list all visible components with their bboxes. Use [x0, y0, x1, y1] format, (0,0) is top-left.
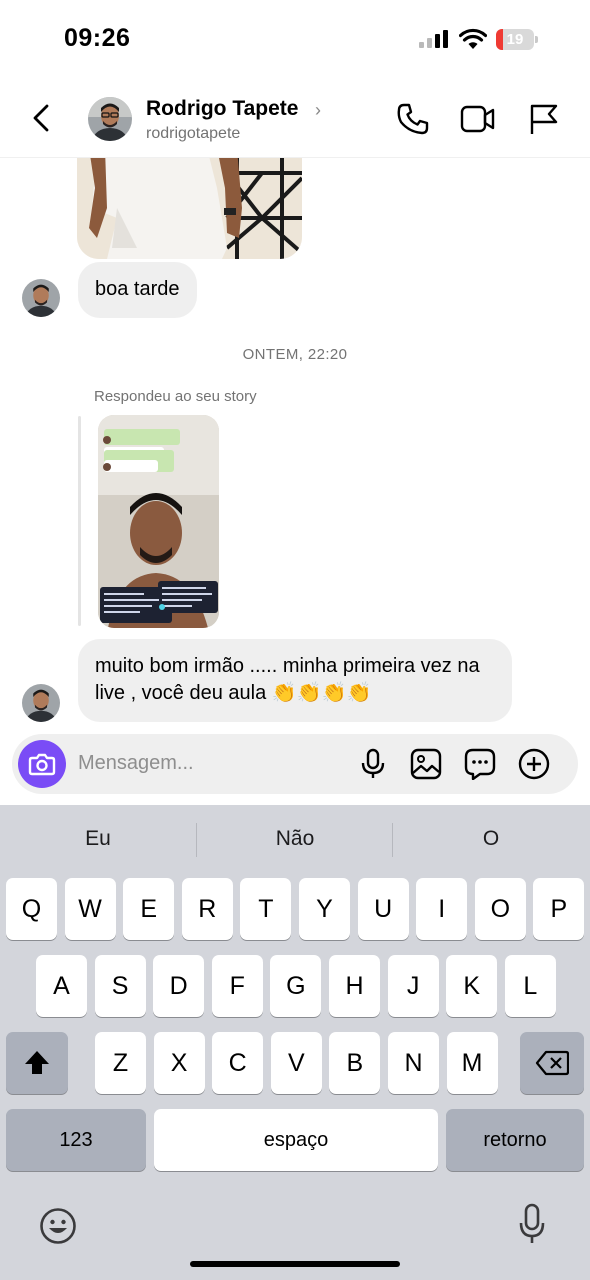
key-y[interactable]: Y [299, 878, 350, 940]
message-list: boa tarde ONTEM, 22:20 Respondeu ao seu … [0, 158, 590, 733]
message-input[interactable]: Mensagem... [78, 752, 194, 775]
flag-icon[interactable] [528, 102, 560, 136]
key-n[interactable]: N [388, 1032, 439, 1094]
return-key[interactable]: retorno [446, 1109, 584, 1171]
numbers-key[interactable]: 123 [6, 1109, 146, 1171]
camera-button[interactable] [18, 740, 66, 788]
suggestion-3[interactable]: O [393, 827, 589, 851]
contact-name[interactable]: Rodrigo Tapete [146, 97, 298, 121]
sender-avatar[interactable] [22, 279, 60, 317]
key-i[interactable]: I [416, 878, 468, 940]
gallery-icon[interactable] [410, 748, 442, 780]
story-reply-label: Respondeu ao seu story [94, 388, 257, 405]
key-z[interactable]: Z [95, 1032, 146, 1094]
video-camera-icon[interactable] [460, 102, 496, 136]
message-bubble[interactable]: muito bom irmão ..... minha primeira vez… [78, 639, 512, 722]
key-u[interactable]: U [357, 878, 409, 940]
wifi-icon [459, 28, 487, 49]
battery-level: 19 [506, 31, 524, 48]
key-f[interactable]: F [211, 955, 263, 1017]
status-time: 09:26 [64, 24, 131, 52]
key-k[interactable]: K [446, 955, 498, 1017]
key-r[interactable]: R [181, 878, 233, 940]
key-v[interactable]: V [270, 1032, 322, 1094]
shared-photo[interactable] [77, 158, 302, 259]
message-composer: Mensagem... [12, 734, 578, 794]
key-w[interactable]: W [64, 878, 116, 940]
key-c[interactable]: C [212, 1032, 264, 1094]
home-indicator [190, 1261, 400, 1267]
timestamp-divider: ONTEM, 22:20 [242, 346, 348, 363]
contact-username[interactable]: rodrigotapete [146, 125, 240, 143]
suggestion-1[interactable]: Eu [0, 827, 196, 851]
chat-header: Rodrigo Tapete › rodrigotapete [0, 80, 590, 158]
key-g[interactable]: G [270, 955, 322, 1017]
battery-indicator: 19 [496, 29, 538, 50]
key-j[interactable]: J [387, 955, 439, 1017]
cellular-signal-icon [419, 30, 449, 48]
key-m[interactable]: M [446, 1032, 498, 1094]
key-t[interactable]: T [240, 878, 292, 940]
key-h[interactable]: H [329, 955, 380, 1017]
status-bar: 09:26 19 [0, 0, 590, 80]
microphone-icon[interactable] [360, 748, 386, 780]
message-text: boa tarde [95, 278, 180, 300]
key-l[interactable]: L [504, 955, 556, 1017]
plus-icon[interactable] [518, 748, 550, 780]
sender-avatar[interactable] [22, 684, 60, 722]
backspace-key[interactable] [520, 1032, 584, 1094]
key-a[interactable]: A [36, 955, 87, 1017]
key-e[interactable]: E [123, 878, 175, 940]
key-s[interactable]: S [94, 955, 146, 1017]
key-d[interactable]: D [153, 955, 205, 1017]
keyboard: Eu Não O QWERTYUIOP ASDFGHJKL ZXCVBNM 12… [0, 805, 590, 1280]
story-preview[interactable] [98, 415, 219, 628]
shift-icon [25, 1051, 49, 1074]
dictation-icon[interactable] [518, 1203, 546, 1245]
chevron-right-icon[interactable]: › [315, 100, 321, 121]
contact-avatar[interactable] [88, 97, 132, 141]
reply-indicator-line [78, 416, 81, 626]
key-p[interactable]: P [533, 878, 585, 940]
message-bubble[interactable]: boa tarde [78, 262, 197, 318]
back-arrow-icon[interactable] [30, 98, 52, 138]
shift-key[interactable] [6, 1032, 68, 1094]
camera-icon [28, 753, 56, 776]
sticker-icon[interactable] [464, 748, 496, 780]
backspace-icon [535, 1050, 570, 1076]
message-text: muito bom irmão ..... minha primeira vez… [95, 655, 480, 704]
phone-icon[interactable] [396, 102, 430, 136]
suggestion-2[interactable]: Não [197, 827, 393, 851]
key-q[interactable]: Q [6, 878, 57, 940]
key-x[interactable]: X [153, 1032, 205, 1094]
space-key[interactable]: espaço [154, 1109, 438, 1171]
emoji-icon[interactable] [39, 1207, 77, 1245]
key-o[interactable]: O [474, 878, 526, 940]
key-b[interactable]: B [329, 1032, 381, 1094]
